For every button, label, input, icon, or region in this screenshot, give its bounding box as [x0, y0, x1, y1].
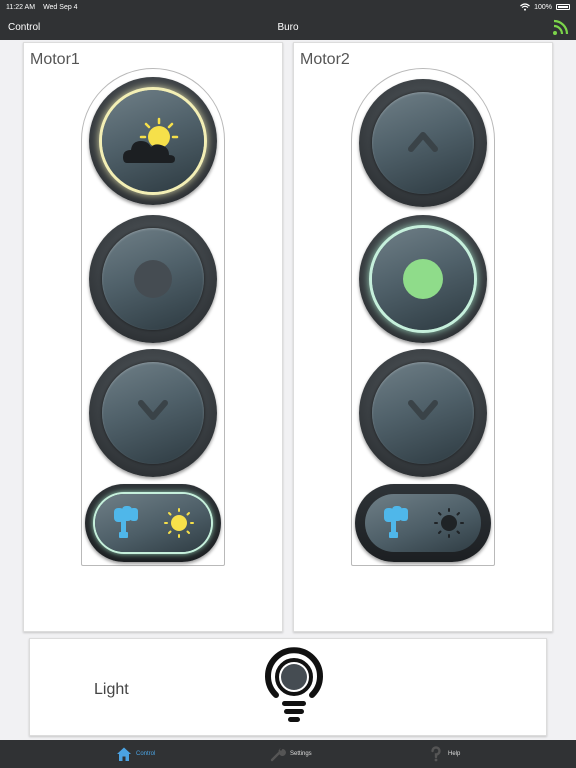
- lightbulb-icon[interactable]: [262, 645, 326, 729]
- status-date: Wed Sep 4: [43, 3, 78, 11]
- motor2-card: Motor2: [293, 42, 553, 632]
- light-label: Light: [94, 681, 129, 698]
- battery-percent: 100%: [534, 3, 552, 11]
- motor1-down-button[interactable]: [89, 349, 217, 477]
- rss-icon[interactable]: [552, 18, 570, 36]
- tab-control[interactable]: Control: [116, 740, 155, 768]
- weather-icon: [123, 117, 179, 163]
- tab-settings[interactable]: Settings: [270, 740, 312, 768]
- motor1-mode-toggle[interactable]: [85, 484, 221, 562]
- tab-help[interactable]: Help: [428, 740, 460, 768]
- motor2-toggle-icons: [384, 506, 464, 538]
- sun-icon: [164, 508, 194, 538]
- motor2-stop-button[interactable]: [359, 215, 487, 343]
- tab-settings-label: Settings: [290, 751, 312, 757]
- tab-help-label: Help: [448, 751, 461, 757]
- motor2-up-button[interactable]: [359, 79, 487, 207]
- status-bar: 11:22 AM Wed Sep 4 100%: [0, 0, 576, 14]
- motor1-up-button[interactable]: [89, 77, 217, 205]
- hand-icon: [384, 506, 408, 538]
- motor1-card: Motor1: [23, 42, 283, 632]
- stop-indicator: [134, 260, 172, 298]
- question-icon: [431, 746, 441, 762]
- motor1-stop-button[interactable]: [89, 215, 217, 343]
- light-card: Light: [29, 638, 547, 736]
- tab-bar: Control Settings Help: [0, 740, 576, 768]
- chevron-up-icon: [408, 132, 438, 152]
- hand-icon: [114, 506, 138, 538]
- nav-bar: Control Buro: [0, 14, 576, 40]
- status-time: 11:22 AM: [6, 3, 36, 11]
- page-title: Buro: [277, 22, 299, 33]
- chevron-down-icon: [138, 400, 168, 420]
- motor1-toggle-icons: [114, 506, 194, 538]
- motor2-down-button[interactable]: [359, 349, 487, 477]
- sun-off-icon: [434, 508, 464, 538]
- home-icon: [117, 747, 131, 761]
- wrench-icon: [270, 748, 286, 762]
- motor2-mode-toggle[interactable]: [355, 484, 491, 562]
- battery-icon: [556, 4, 570, 10]
- chevron-down-icon: [408, 400, 438, 420]
- tab-control-label: Control: [136, 751, 156, 757]
- motor1-title: Motor1: [30, 51, 80, 68]
- wifi-icon: [520, 3, 530, 11]
- active-indicator: [403, 259, 443, 299]
- motor2-title: Motor2: [300, 51, 350, 68]
